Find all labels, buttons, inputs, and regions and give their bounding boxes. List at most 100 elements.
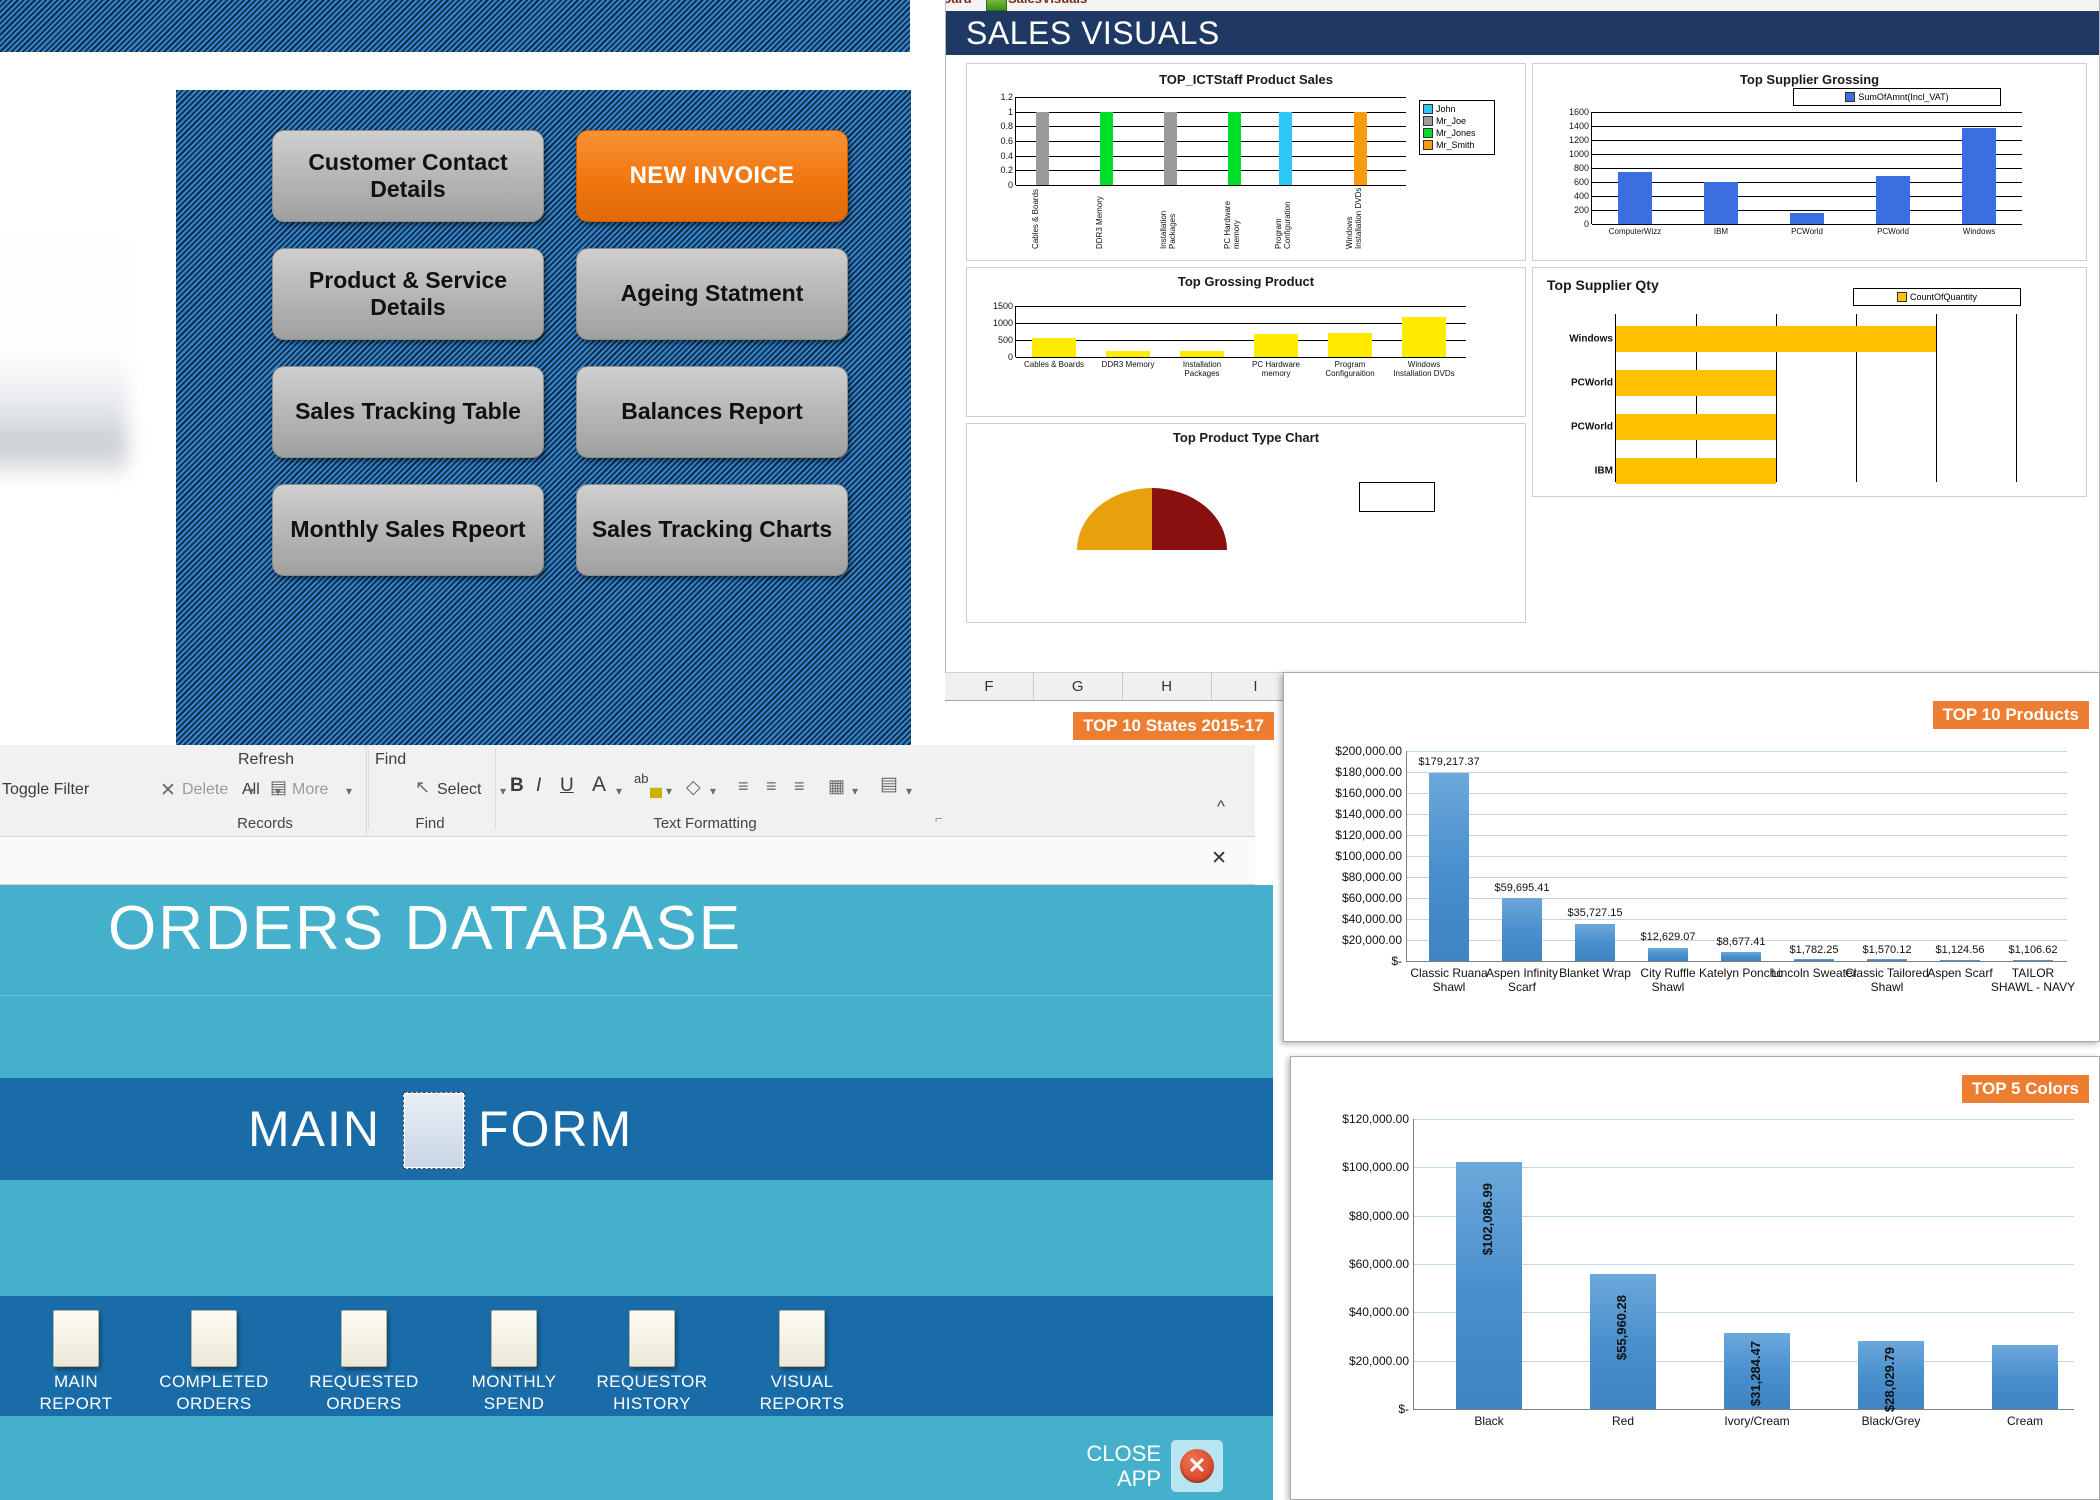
document-tab-bar: ✕ xyxy=(0,837,1255,885)
nav-label-requested-orders-l1: REQUESTED xyxy=(309,1372,419,1391)
ytick-prod-8: $40,000.00 xyxy=(1341,912,1402,926)
delete-button[interactable]: Delete xyxy=(182,781,228,799)
xtick-color-4: Cream xyxy=(2006,1414,2043,1428)
ytick-prod-1: $180,000.00 xyxy=(1335,765,1402,779)
column-header-f[interactable]: F xyxy=(945,673,1034,700)
close-x-icon: ✕ xyxy=(1180,1449,1214,1483)
ytick-tsg-1: 1400 xyxy=(1568,121,1589,131)
datalabel-prod-3: $12,629.07 xyxy=(1640,931,1696,943)
sales-tracking-table-button[interactable]: Sales Tracking Table xyxy=(272,366,544,458)
fill-chevron-icon[interactable]: ▾ xyxy=(710,784,716,798)
bar-tgp-5 xyxy=(1402,316,1446,357)
legend-ict-staff: John Mr_Joe Mr_Jones Mr_Smith xyxy=(1419,100,1495,155)
fill-color-icon[interactable]: ◇ xyxy=(686,776,701,799)
new-invoice-button[interactable]: NEW INVOICE xyxy=(576,130,848,222)
close-app-icon-tile[interactable]: ✕ xyxy=(1171,1440,1223,1492)
delete-chevron-icon[interactable]: ▾ xyxy=(248,784,254,798)
chart-title-top-grossing-product: Top Grossing Product xyxy=(1177,274,1315,289)
ytick-prod-2: $160,000.00 xyxy=(1335,786,1402,800)
ytick-prod-4: $120,000.00 xyxy=(1335,828,1402,842)
bold-button[interactable]: B xyxy=(510,775,524,797)
select-button[interactable]: Select xyxy=(437,781,481,799)
select-chevron-icon[interactable]: ▾ xyxy=(500,784,506,798)
bar-prod-1 xyxy=(1502,898,1542,961)
nav-monthly-spend[interactable]: MONTHLY SPEND xyxy=(450,1310,578,1415)
badge-top-5-colors: TOP 5 Colors xyxy=(1961,1075,2089,1103)
sales-tracking-charts-button[interactable]: Sales Tracking Charts xyxy=(576,484,848,576)
xtick-tgp-4: Program Configuraition xyxy=(1325,360,1375,378)
ytick-prod-0: $200,000.00 xyxy=(1335,744,1402,758)
title-divider xyxy=(0,995,1273,996)
orders-database-form: ORDERS DATABASE MAIN FORM MAIN REPORT COM… xyxy=(0,885,1273,1500)
legend-supplier-qty: CountOfQuantity xyxy=(1853,288,2021,307)
nav-main-report[interactable]: MAIN REPORT xyxy=(12,1310,140,1415)
nav-visual-reports[interactable]: VISUAL REPORTS xyxy=(738,1310,866,1415)
column-header-h[interactable]: H xyxy=(1123,673,1212,700)
nav-requested-orders[interactable]: REQUESTED ORDERS xyxy=(300,1310,428,1415)
ytick-tgp-1: 1000 xyxy=(992,318,1013,328)
align-center-icon[interactable]: ≡ xyxy=(766,776,777,797)
legend-label-mrsmith: Mr_Smith xyxy=(1436,140,1475,151)
toggle-filter-button[interactable]: Toggle Filter xyxy=(2,781,89,799)
ytick-prod-9: $20,000.00 xyxy=(1341,933,1402,947)
orders-nav-band: MAIN REPORT COMPLETED ORDERS REQUESTED ORDE… xyxy=(0,1296,1273,1416)
align-left-icon[interactable]: ≡ xyxy=(738,776,749,797)
product-service-details-button[interactable]: Product & Service Details xyxy=(272,248,544,340)
close-app-label-l2: APP xyxy=(1116,1466,1161,1491)
bar-ict-2 xyxy=(1164,111,1177,185)
customer-contact-details-button[interactable]: Customer Contact Details xyxy=(272,130,544,222)
ageing-statement-button[interactable]: Ageing Statment xyxy=(576,248,848,340)
ytick-tgp-3: 0 xyxy=(1007,352,1013,362)
column-header-g[interactable]: G xyxy=(1034,673,1123,700)
nav-requestor-history[interactable]: REQUESTOR HISTORY xyxy=(588,1310,716,1415)
datasheet-chevron-icon[interactable]: ▾ xyxy=(852,784,858,798)
more-table-icon[interactable]: ▤ xyxy=(270,777,287,798)
italic-button[interactable]: I xyxy=(536,775,541,797)
nav-completed-orders[interactable]: COMPLETED ORDERS xyxy=(150,1310,278,1415)
highlight-chevron-icon[interactable]: ▾ xyxy=(666,784,672,798)
font-color-button[interactable]: A xyxy=(592,773,606,797)
text-formatting-dialog-launcher-icon[interactable]: ⌐ xyxy=(935,811,943,826)
xtick-tgp-3: PC Hardware memory xyxy=(1251,360,1300,378)
chart-title-top-product-type: Top Product Type Chart xyxy=(1172,430,1320,445)
sheet-tab-board[interactable]: Board xyxy=(946,0,972,6)
xtick-ict-1: DDR3 Memory xyxy=(1095,196,1104,249)
ytick-tsg-7: 200 xyxy=(1573,205,1589,215)
nav-label-main-report-l2: REPORT xyxy=(39,1393,113,1413)
ytick-tsq-1: PCWorld xyxy=(1570,377,1613,389)
background-blurred-card xyxy=(0,215,128,475)
highlight-bar-icon[interactable]: ▄ xyxy=(650,778,662,798)
gridlines-icon[interactable]: ▤ xyxy=(880,773,898,796)
datasheet-icon[interactable]: ▦ xyxy=(828,776,845,797)
chart-card-top-grossing-product: Top Grossing Product 1500 1000 500 0 Cab… xyxy=(966,267,1526,417)
collapse-ribbon-icon[interactable]: ^ xyxy=(1217,797,1225,817)
sheet-tab-salesvisuals[interactable]: SalesVisuals xyxy=(1008,0,1087,6)
highlight-button[interactable]: ab xyxy=(634,771,648,786)
sales-visuals-banner: SALES VISUALS xyxy=(946,11,2099,55)
balances-report-button[interactable]: Balances Report xyxy=(576,366,848,458)
more-button[interactable]: More xyxy=(292,781,328,799)
nav-icon-visual-reports xyxy=(779,1310,825,1367)
underline-button[interactable]: U xyxy=(560,775,574,797)
gridlines-chevron-icon[interactable]: ▾ xyxy=(906,784,912,798)
nav-icon-requestor-history xyxy=(629,1310,675,1367)
font-color-chevron-icon[interactable]: ▾ xyxy=(616,784,622,798)
switchboard-panel: Customer Contact Details NEW INVOICE Pro… xyxy=(176,90,911,756)
ytick-ict-2: 0.8 xyxy=(1000,121,1013,132)
align-right-icon[interactable]: ≡ xyxy=(794,776,805,797)
bar-tsq-3 xyxy=(1616,458,1776,484)
close-document-icon[interactable]: ✕ xyxy=(1211,847,1227,870)
plot-area-top-5-colors: $120,000.00 $100,000.00 $80,000.00 $60,0… xyxy=(1342,1112,2074,1428)
ytick-color-4: $40,000.00 xyxy=(1348,1305,1409,1320)
sales-visuals-title: SALES VISUALS xyxy=(966,15,1220,51)
nav-label-completed-orders-l1: COMPLETED xyxy=(159,1372,269,1391)
datalabel-prod-0: $179,217.37 xyxy=(1418,756,1480,768)
legend-swatch-countofquantity xyxy=(1896,292,1907,303)
close-app-button[interactable]: CLOSE APP ✕ xyxy=(1086,1440,1223,1492)
ytick-tsg-5: 600 xyxy=(1573,177,1589,187)
cursor-select-icon[interactable]: ↖ xyxy=(415,777,430,798)
monthly-sales-report-button[interactable]: Monthly Sales Rpeort xyxy=(272,484,544,576)
delete-x-icon[interactable]: ✕ xyxy=(160,779,176,802)
bar-color-4 xyxy=(1992,1345,2058,1409)
more-chevron-icon[interactable]: ▾ xyxy=(346,784,352,798)
